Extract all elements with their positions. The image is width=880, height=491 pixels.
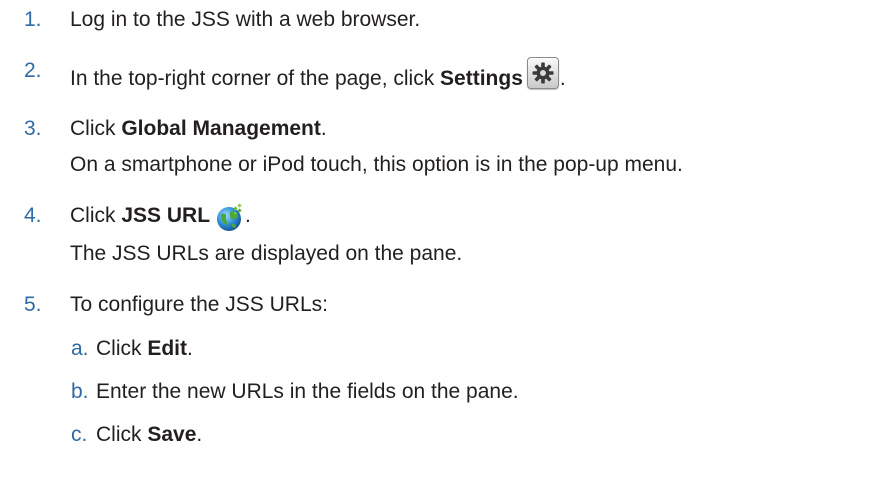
substep-text: Enter the new URLs in the fields on the … (96, 380, 519, 403)
step-text: Log in to the JSS with a web browser. (70, 8, 421, 31)
substep-letter: a. (71, 337, 89, 360)
edit-label: Edit (147, 337, 188, 360)
globe-icon (214, 203, 244, 236)
step-number: 4. (24, 204, 42, 227)
step-number: 5. (24, 293, 42, 316)
step-note: On a smartphone or iPod touch, this opti… (70, 153, 683, 176)
step-text-part: Click (70, 117, 122, 140)
step-text: Click Global Management. (70, 115, 327, 143)
substep-text: Click Edit. (96, 335, 193, 363)
substep-text-part: . (196, 423, 203, 446)
step-text-part: . (320, 117, 327, 140)
step-number: 3. (24, 117, 42, 140)
substep-text-part: Click (96, 423, 148, 446)
substep-text: Click Save. (96, 421, 202, 449)
jss-url-label: JSS URL (121, 204, 211, 227)
global-management-label: Global Management (121, 117, 321, 140)
step-text: Click JSS URL. (70, 202, 251, 236)
step-number: 2. (24, 59, 42, 82)
save-label: Save (147, 423, 197, 446)
step-text-part: In the top-right corner of the page, cli… (70, 67, 441, 90)
settings-label: Settings (440, 67, 523, 90)
gear-icon (526, 57, 559, 89)
substep-letter: c. (71, 423, 88, 446)
step-text-part: . (559, 67, 566, 90)
step-text-part: . (245, 204, 251, 227)
step-text: In the top-right corner of the page, cli… (70, 57, 566, 93)
step-text-part: Click (70, 204, 122, 227)
substep-letter: b. (71, 380, 89, 403)
substep-text-part: . (187, 337, 193, 360)
step-note: The JSS URLs are displayed on the pane. (70, 242, 463, 265)
substep-text-part: Click (96, 337, 148, 360)
step-number: 1. (24, 8, 42, 31)
instruction-document: 1. Log in to the JSS with a web browser.… (0, 0, 880, 491)
step-text: To configure the JSS URLs: (70, 293, 328, 316)
